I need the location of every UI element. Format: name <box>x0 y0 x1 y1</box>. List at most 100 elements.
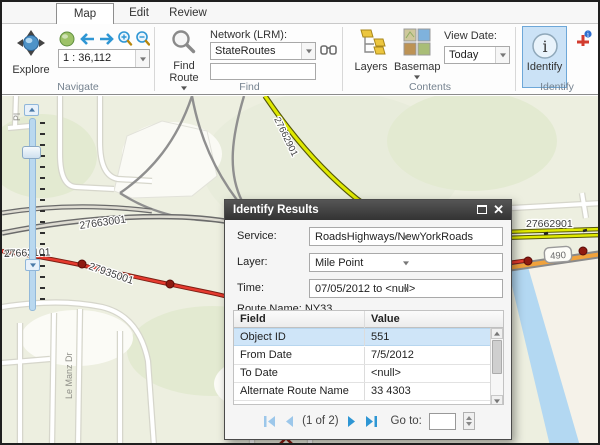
route-label: 27935001 <box>87 260 135 287</box>
contents-group-label: Contents <box>345 81 515 93</box>
search-network-binoculars-icon[interactable] <box>320 43 337 58</box>
explore-button[interactable]: Explore <box>8 28 54 88</box>
street-label: Le Manz Dr <box>64 352 74 399</box>
time-label: Time: <box>237 282 264 294</box>
layers-button[interactable]: Layers <box>350 28 392 84</box>
zoom-in-icon[interactable] <box>119 32 131 45</box>
ribbon: Map Edit Review Explore <box>2 2 598 95</box>
table-row-selected[interactable]: Object ID 551 <box>234 328 490 346</box>
table-header-row: Field Value <box>234 311 503 328</box>
layer-label: Layer: <box>237 256 268 268</box>
table-scrollbar[interactable] <box>490 328 503 405</box>
next-extent-icon[interactable] <box>100 34 112 44</box>
network-lrm-label: Network (LRM): <box>210 29 287 41</box>
scale-dropdown-arrow[interactable] <box>135 50 149 67</box>
first-page-icon[interactable] <box>263 415 277 428</box>
basemap-dropdown-caret[interactable] <box>414 75 420 79</box>
table-row-partial <box>234 401 490 405</box>
goto-spinner[interactable] <box>463 412 475 430</box>
cell-value: 33 4303 <box>364 383 490 400</box>
next-page-icon[interactable] <box>346 415 357 428</box>
layer-combobox[interactable]: Mile Point <box>309 253 503 272</box>
zoom-slider-down-button[interactable] <box>25 259 40 271</box>
view-date-dropdown-arrow[interactable] <box>495 47 509 63</box>
time-value: 07/05/2012 to <null> <box>315 283 415 295</box>
scale-value: 1 : 36,112 <box>63 52 111 64</box>
cell-field: Object ID <box>234 329 364 346</box>
svg-text:i: i <box>542 37 547 56</box>
explore-label: Explore <box>8 64 54 76</box>
scroll-down-button[interactable] <box>491 395 503 405</box>
identify-route-location-icon[interactable]: i <box>574 30 592 48</box>
tab-review[interactable]: Review <box>162 3 214 24</box>
cell-field: From Date <box>234 347 364 364</box>
column-header-value[interactable]: Value <box>364 311 490 328</box>
extent-toolbar <box>58 30 150 48</box>
route-label: 27663001 <box>79 214 127 232</box>
column-header-field[interactable]: Field <box>234 311 364 328</box>
service-value: RoadsHighways/NewYorkRoads <box>315 231 473 243</box>
previous-page-icon[interactable] <box>284 415 295 428</box>
layers-label: Layers <box>350 61 392 73</box>
goto-page-input[interactable] <box>429 413 456 430</box>
zoom-slider-up-button[interactable] <box>24 104 39 116</box>
service-label: Service: <box>237 230 277 242</box>
view-date-combobox[interactable]: Today <box>444 46 510 64</box>
street-label: Pl <box>12 113 22 121</box>
svg-text:i: i <box>587 32 589 39</box>
route-shield-490: 490 <box>544 246 572 263</box>
view-date-label: View Date: <box>444 30 497 42</box>
layers-icon <box>356 28 386 56</box>
table-row[interactable]: To Date <null> <box>234 365 490 383</box>
identify-label: Identify <box>523 61 566 73</box>
table-row[interactable]: From Date 7/5/2012 <box>234 347 490 365</box>
maximize-icon[interactable] <box>477 205 487 214</box>
cell-field: To Date <box>234 365 364 382</box>
dialog-titlebar[interactable]: Identify Results ✕ <box>225 200 511 220</box>
group-separator <box>342 27 343 91</box>
zoom-slider-thumb[interactable] <box>22 146 41 159</box>
zoom-out-icon[interactable] <box>137 32 149 45</box>
identify-button[interactable]: i Identify <box>522 26 567 88</box>
close-icon[interactable]: ✕ <box>493 201 504 219</box>
street-label: Dr <box>4 246 15 258</box>
app-window: Map Edit Review Explore <box>0 0 600 445</box>
identify-icon: i <box>530 31 560 61</box>
full-extent-globe-icon[interactable] <box>60 32 74 46</box>
last-page-icon[interactable] <box>364 415 378 428</box>
table-row[interactable]: Alternate Route Name 33 4303 <box>234 383 490 401</box>
explore-icon <box>15 29 47 59</box>
find-route-label-line1: Find <box>173 60 194 72</box>
basemap-icon <box>403 28 431 56</box>
network-lrm-value: StateRoutes <box>215 45 276 57</box>
basemap-label: Basemap <box>394 61 440 73</box>
ribbon-tab-bar: Map Edit Review <box>2 2 598 24</box>
attribute-table: Field Value Object ID 551 From Date 7/5/… <box>233 310 504 405</box>
tab-map[interactable]: Map <box>56 3 114 24</box>
previous-extent-icon[interactable] <box>82 34 94 44</box>
cell-value: <null> <box>364 365 490 382</box>
scrollbar-thumb[interactable] <box>492 340 502 374</box>
find-group-label: Find <box>157 81 342 93</box>
navigate-group-label: Navigate <box>2 81 154 93</box>
time-combobox[interactable]: 07/05/2012 to <null> <box>309 279 503 298</box>
cell-value: 7/5/2012 <box>364 347 490 364</box>
tab-edit[interactable]: Edit <box>118 3 160 24</box>
network-lrm-combobox[interactable]: StateRoutes <box>210 42 316 60</box>
find-route-icon <box>171 29 197 55</box>
route-input-box[interactable] <box>210 63 316 80</box>
scale-combobox[interactable]: 1 : 36,112 <box>58 49 150 68</box>
dialog-title: Identify Results <box>233 204 319 216</box>
svg-text:490: 490 <box>550 250 567 262</box>
cell-field: Alternate Route Name <box>234 383 364 400</box>
view-date-value: Today <box>449 49 478 61</box>
scroll-up-button[interactable] <box>491 328 503 339</box>
identify-results-dialog: Identify Results ✕ Service: RoadsHighway… <box>224 199 512 440</box>
route-label: 27662901 <box>526 218 573 230</box>
identify-group-label: Identify <box>515 81 599 93</box>
pagination-bar: (1 of 2) Go to: <box>225 409 513 433</box>
network-dropdown-arrow[interactable] <box>301 43 315 59</box>
service-combobox[interactable]: RoadsHighways/NewYorkRoads <box>309 227 503 246</box>
goto-label: Go to: <box>391 415 422 427</box>
page-indicator: (1 of 2) <box>302 415 338 427</box>
